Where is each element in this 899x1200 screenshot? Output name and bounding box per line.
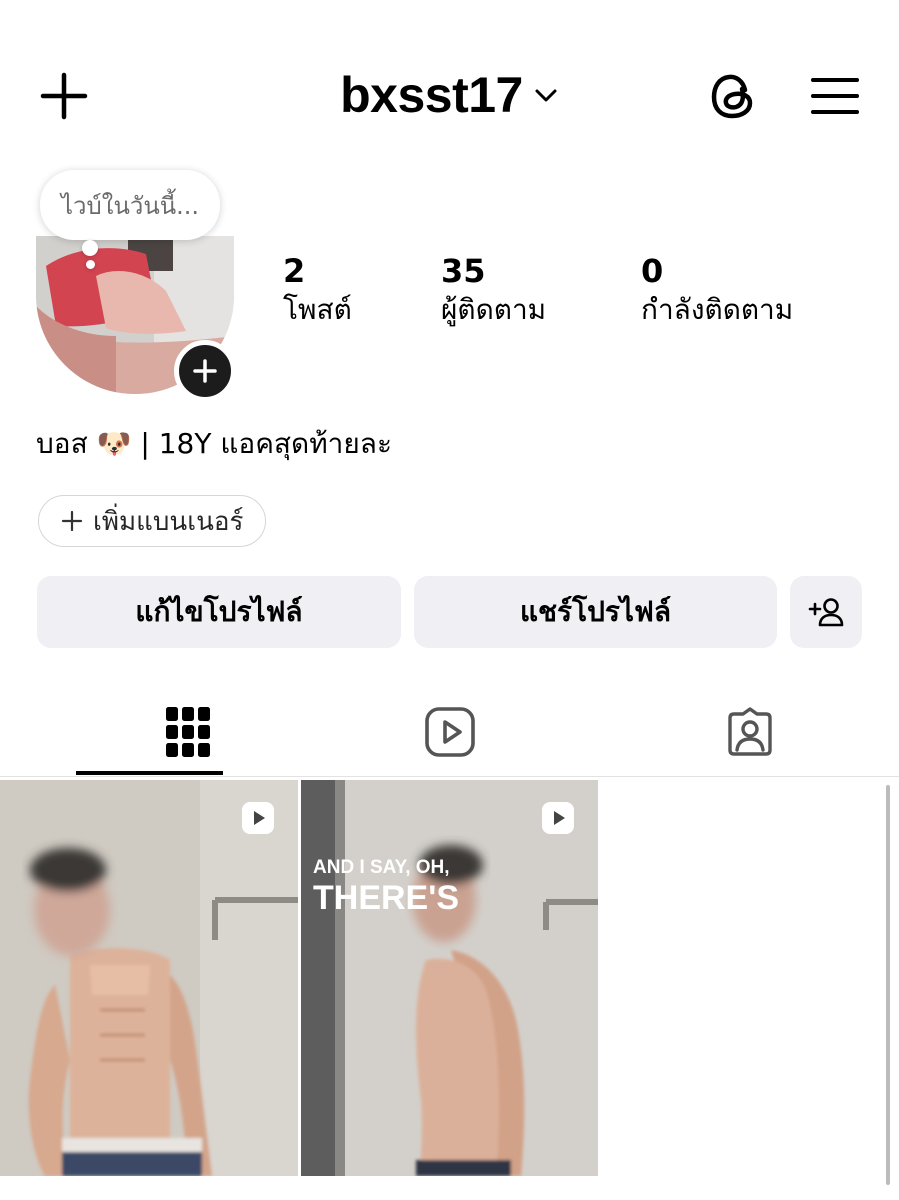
tab-tagged[interactable]	[638, 692, 862, 772]
scrollbar[interactable]	[886, 785, 890, 1185]
account-switcher[interactable]: bxsst17	[0, 60, 899, 130]
bio-text: | 18Y แอคสุดท้ายละ	[140, 427, 392, 460]
note-bubble-tail	[82, 240, 98, 256]
username: bxsst17	[340, 67, 523, 123]
active-tab-indicator	[76, 771, 223, 775]
caption-line-1: AND I SAY, OH,	[313, 857, 450, 878]
followers-stat[interactable]: 35 ผู้ติดตาม	[441, 252, 546, 330]
share-profile-button[interactable]: แชร์โปรไฟล์	[414, 576, 777, 648]
post-2-image	[301, 780, 598, 1176]
note-text: ไวบ์ในวันนี้...	[60, 191, 200, 220]
plus-icon	[61, 510, 83, 532]
discover-people-button[interactable]	[790, 576, 862, 648]
following-label: กำลังติดตาม	[641, 293, 794, 326]
post-thumbnail-1[interactable]	[0, 780, 298, 1176]
followers-count: 35	[441, 252, 486, 290]
add-banner-button[interactable]: เพิ่มแบนเนอร์	[38, 495, 267, 547]
reel-badge-icon	[242, 802, 274, 834]
add-banner-label: เพิ่มแบนเนอร์	[93, 506, 244, 537]
posts-label: โพสต์	[283, 293, 352, 326]
tabs-divider	[0, 776, 899, 777]
following-stat[interactable]: 0 กำลังติดตาม	[641, 252, 793, 330]
threads-button[interactable]	[706, 68, 762, 124]
edit-profile-label: แก้ไขโปรไฟล์	[135, 595, 303, 628]
followers-label: ผู้ติดตาม	[441, 293, 547, 326]
plus-icon	[193, 359, 217, 383]
profile-name: บอส	[36, 427, 88, 460]
post-thumbnail-2[interactable]: AND I SAY, OH, THERE'S	[301, 780, 598, 1176]
reel-badge-icon	[542, 802, 574, 834]
reels-icon	[425, 707, 475, 757]
tab-reels[interactable]	[338, 692, 562, 772]
following-count: 0	[641, 252, 664, 290]
grid-icon	[166, 707, 210, 757]
post-1-image	[0, 780, 298, 1176]
add-story-button[interactable]	[174, 340, 236, 402]
posts-count: 2	[283, 252, 306, 290]
chevron-down-icon	[535, 89, 557, 102]
menu-button[interactable]	[806, 68, 864, 124]
note-bubble[interactable]: ไวบ์ในวันนี้...	[40, 170, 220, 240]
note-bubble-tail-small	[86, 260, 95, 269]
threads-icon	[711, 74, 753, 119]
profile-bio: บอส 🐶 | 18Y แอคสุดท้ายละ	[36, 424, 392, 464]
dog-emoji: 🐶	[96, 427, 132, 460]
post-2-caption: AND I SAY, OH, THERE'S	[313, 858, 459, 915]
posts-stat[interactable]: 2 โพสต์	[283, 252, 352, 330]
tab-posts-grid[interactable]	[76, 692, 300, 772]
hamburger-menu-icon	[811, 78, 859, 114]
share-profile-label: แชร์โปรไฟล์	[519, 595, 671, 628]
caption-line-2: THERE'S	[313, 879, 459, 917]
tagged-icon	[728, 707, 772, 756]
edit-profile-button[interactable]: แก้ไขโปรไฟล์	[37, 576, 401, 648]
add-person-icon	[808, 598, 844, 627]
